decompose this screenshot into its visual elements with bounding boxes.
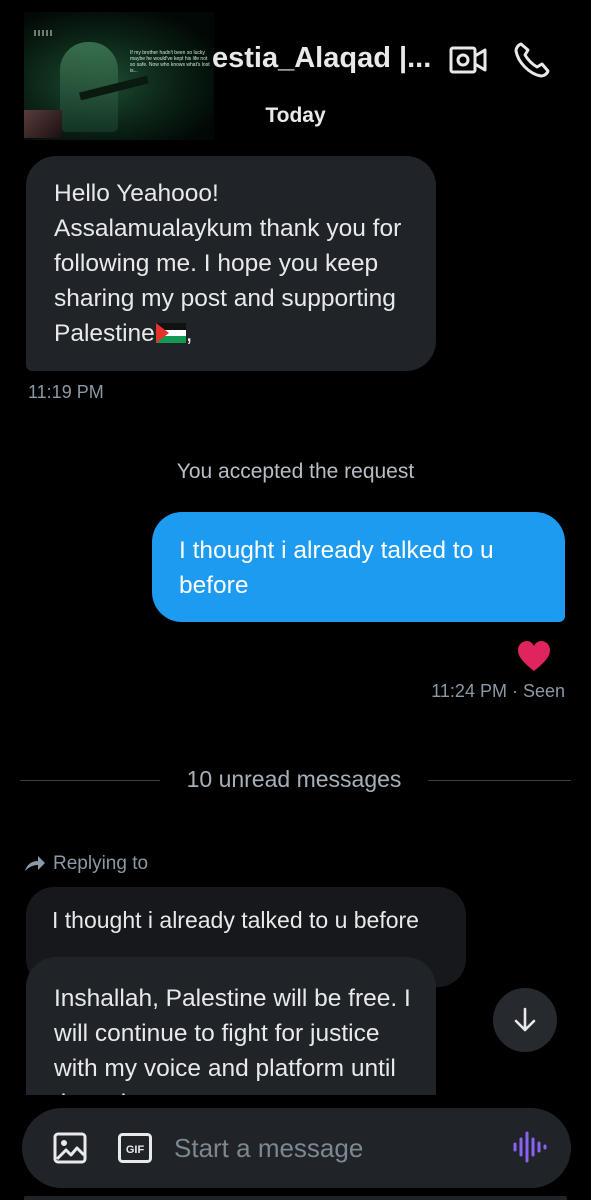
divider-line-right: [428, 780, 571, 781]
gif-icon: GIF: [118, 1133, 152, 1163]
reply-arrow-icon: [25, 856, 45, 871]
unread-messages-divider: 10 unread messages: [186, 766, 402, 792]
scroll-to-bottom-button[interactable]: [493, 988, 557, 1052]
gif-label: GIF: [126, 1144, 145, 1156]
message-input[interactable]: [174, 1128, 474, 1168]
request-accepted-note: You accepted the request: [176, 460, 415, 483]
phone-call-icon[interactable]: [512, 40, 552, 80]
message-trailing-text: ,: [185, 320, 193, 347]
incoming-message-bubble[interactable]: Hello Yeahooo! Assalamualaykum thank you…: [26, 156, 436, 371]
video-call-icon[interactable]: [448, 40, 488, 80]
message-text: I thought i already talked to u before: [179, 537, 494, 599]
incoming-reply-bubble[interactable]: Inshallah, Palestine will be free. I wil…: [26, 957, 436, 1117]
palestine-flag-icon: [155, 323, 186, 343]
voice-message-icon[interactable]: [510, 1128, 548, 1166]
message-timestamp: 11:19 PM: [28, 382, 104, 402]
message-timestamp-seen: 11:24 PM · Seen: [431, 681, 565, 701]
replying-to-label: Replying to: [53, 853, 149, 874]
date-separator: Today: [265, 104, 326, 127]
gif-button[interactable]: GIF: [118, 1133, 152, 1163]
image-icon[interactable]: [52, 1130, 88, 1166]
conversation-title[interactable]: estia_Alaqad |...: [212, 42, 436, 82]
message-text: Hello Yeahooo! Assalamualaykum thank you…: [54, 180, 402, 347]
arrow-down-icon: [514, 1007, 536, 1032]
thumbnail-overlay-text-lines: [34, 30, 54, 36]
divider-line-left: [20, 780, 160, 781]
outgoing-message-bubble[interactable]: I thought i already talked to u before: [152, 512, 565, 622]
bottom-sheet-edge: [24, 1196, 567, 1200]
heart-reaction-icon[interactable]: [516, 640, 552, 672]
thumbnail-caption: If my brother hadn't been so lucky maybe…: [130, 50, 210, 74]
